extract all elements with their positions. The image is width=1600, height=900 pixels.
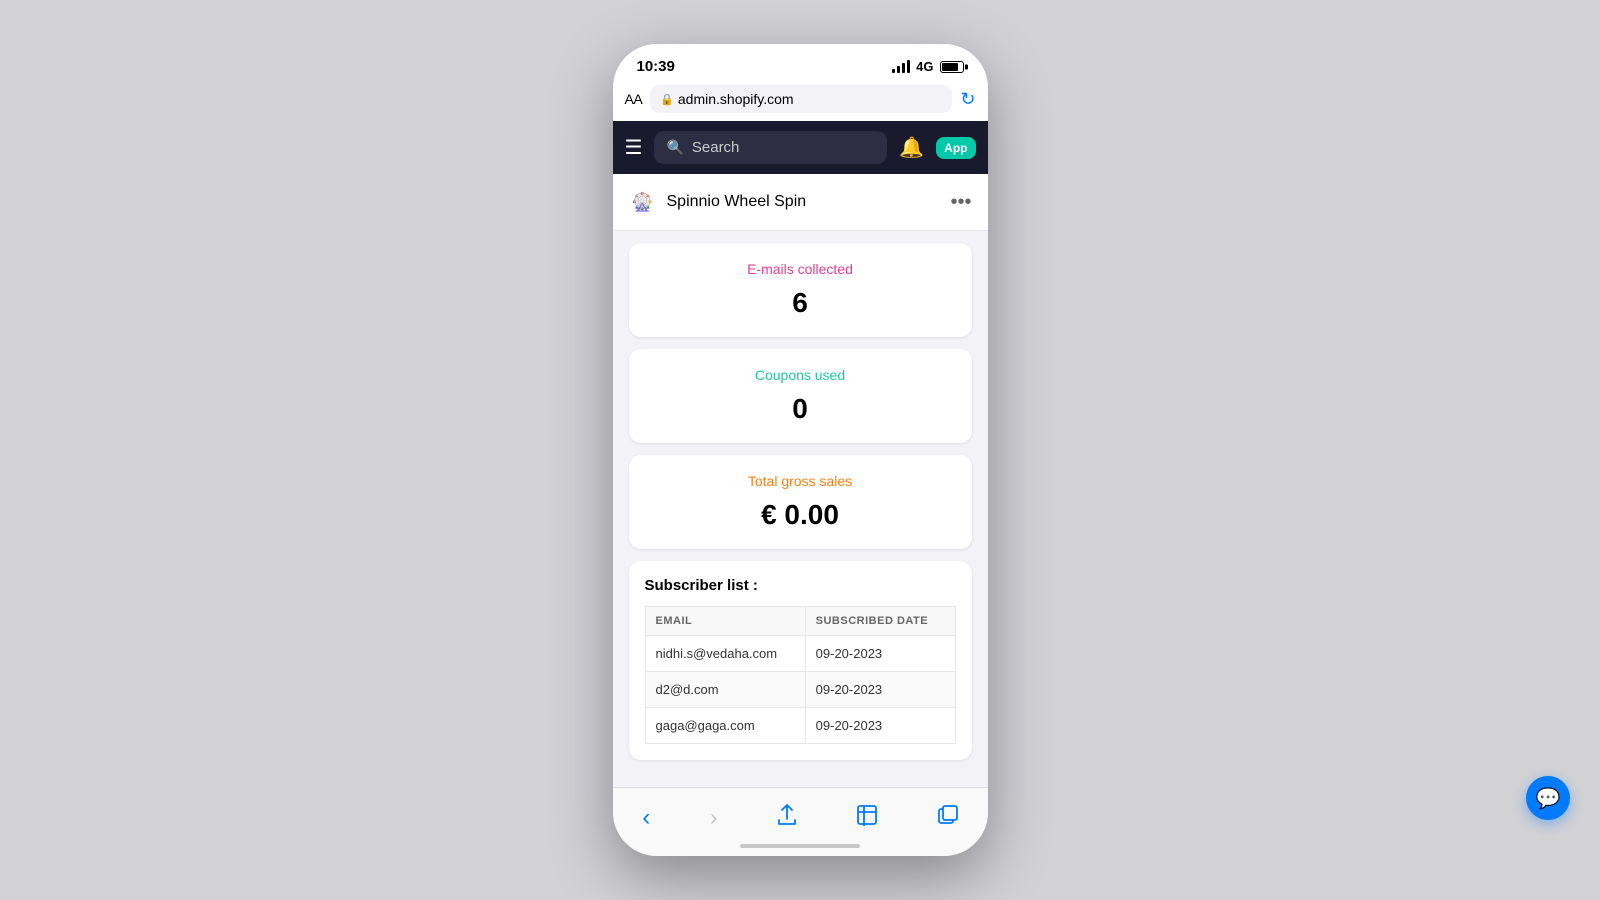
app-title: Spinnio Wheel Spin [667,193,807,211]
network-label: 4G [916,59,933,74]
subscriber-date: 09-20-2023 [805,708,955,744]
forward-button[interactable]: › [698,800,730,836]
subscriber-email: d2@d.com [645,672,805,708]
battery-icon [940,61,964,73]
status-time: 10:39 [637,58,675,75]
stats-container: E-mails collected 6 Coupons used 0 Total… [613,231,988,561]
search-icon: 🔍 [666,139,683,156]
app-icon: 🎡 [629,188,657,216]
bookmarks-icon[interactable] [844,800,890,836]
subscriber-email: gaga@gaga.com [645,708,805,744]
signal-bars-icon [892,60,910,73]
subscriber-title: Subscriber list : [645,577,956,594]
emails-card: E-mails collected 6 [629,243,972,337]
app-badge[interactable]: App [936,137,975,159]
coupons-card: Coupons used 0 [629,349,972,443]
more-options-icon[interactable]: ••• [950,191,971,214]
shopify-nav: ☰ 🔍 Search 🔔 App [613,121,988,174]
font-size-control[interactable]: AA [625,91,643,107]
lock-icon: 🔒 [660,93,674,106]
bell-icon[interactable]: 🔔 [899,135,924,160]
reload-icon[interactable]: ↻ [960,89,975,110]
app-icon-emoji: 🎡 [631,192,653,213]
app-header-left: 🎡 Spinnio Wheel Spin [629,188,807,216]
subscriber-email: nidhi.s@vedaha.com [645,636,805,672]
content-area: 🎡 Spinnio Wheel Spin ••• E-mails collect… [613,174,988,787]
subscriber-table: EMAIL SUBSCRIBED DATE nidhi.s@vedaha.com… [645,606,956,744]
table-row: gaga@gaga.com09-20-2023 [645,708,955,744]
url-bar[interactable]: 🔒 admin.shopify.com [650,85,952,113]
col-email: EMAIL [645,607,805,636]
home-indicator [740,844,860,848]
app-header: 🎡 Spinnio Wheel Spin ••• [613,174,988,231]
search-bar[interactable]: 🔍 Search [654,131,887,164]
sales-label: Total gross sales [645,473,956,489]
subscriber-section: Subscriber list : EMAIL SUBSCRIBED DATE … [629,561,972,760]
sales-card: Total gross sales € 0.00 [629,455,972,549]
search-input[interactable]: Search [692,139,740,156]
emails-value: 6 [645,287,956,319]
subscriber-date: 09-20-2023 [805,636,955,672]
status-icons: 4G [892,59,963,74]
coupons-label: Coupons used [645,367,956,383]
subscriber-date: 09-20-2023 [805,672,955,708]
sales-value: € 0.00 [645,499,956,531]
url-text: admin.shopify.com [678,91,794,107]
coupons-value: 0 [645,393,956,425]
tabs-icon[interactable] [926,801,970,835]
share-icon[interactable] [765,800,809,836]
table-row: d2@d.com09-20-2023 [645,672,955,708]
col-date: SUBSCRIBED DATE [805,607,955,636]
status-bar: 10:39 4G [613,44,988,81]
back-button[interactable]: ‹ [630,800,662,836]
hamburger-icon[interactable]: ☰ [625,135,643,160]
browser-bar: AA 🔒 admin.shopify.com ↻ [613,81,988,121]
emails-label: E-mails collected [645,261,956,277]
table-row: nidhi.s@vedaha.com09-20-2023 [645,636,955,672]
